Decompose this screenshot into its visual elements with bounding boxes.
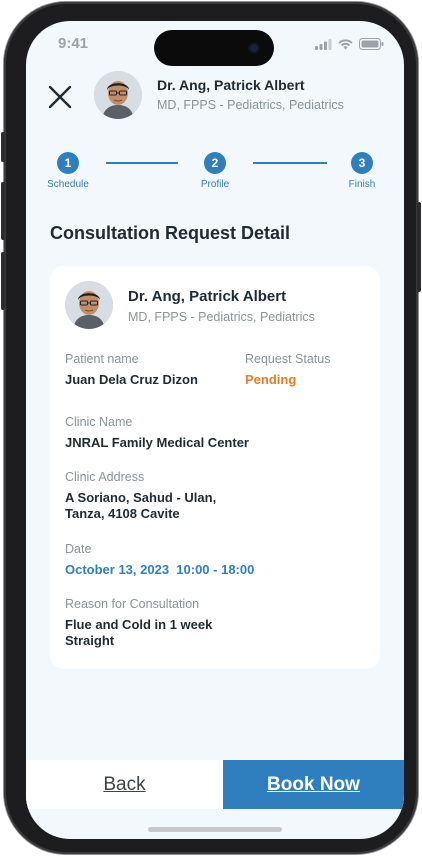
card-doctor-name: Dr. Ang, Patrick Albert <box>128 288 287 305</box>
wifi-icon <box>338 38 353 49</box>
status-icons <box>315 38 384 50</box>
home-indicator[interactable] <box>148 827 282 832</box>
close-button[interactable] <box>46 83 74 111</box>
status-time: 9:41 <box>58 35 89 52</box>
header-doctor-credentials: MD, FPPS - Pediatrics, Pediatrics <box>157 98 344 112</box>
volume-down-button <box>1 252 5 310</box>
dynamic-island <box>154 30 274 66</box>
request-status-value: Pending <box>245 372 297 387</box>
reason-label: Reason for Consultation <box>65 597 200 611</box>
step-3-indicator: 3 <box>351 152 373 174</box>
volume-up-button <box>1 182 5 240</box>
step-1-indicator: 1 <box>57 152 79 174</box>
book-now-button[interactable]: Book Now <box>223 760 404 809</box>
patient-name-value: Juan Dela Cruz Dizon <box>65 372 198 387</box>
phone-frame: 9:41 Dr. Ang, Patrick Albert MD, FPPS - … <box>1 2 421 854</box>
mute-switch <box>1 132 5 162</box>
close-icon <box>48 85 72 109</box>
clinic-name-label: Clinic Name <box>65 415 133 429</box>
clinic-name-value: JNRAL Family Medical Center <box>65 435 249 450</box>
clinic-address-label: Clinic Address <box>65 470 145 484</box>
patient-name-label: Patient name <box>65 352 139 366</box>
signal-icon <box>315 38 332 50</box>
doctor-avatar <box>65 281 113 329</box>
battery-icon <box>359 38 384 50</box>
step-connector <box>253 162 327 164</box>
step-3-label: Finish <box>348 179 376 190</box>
card-doctor-credentials: MD, FPPS - Pediatrics, Pediatrics <box>128 310 315 324</box>
clinic-address-line1: A Soriano, Sahud - Ulan, <box>65 490 217 505</box>
doctor-avatar <box>94 71 142 119</box>
reason-line2: Straight <box>65 633 115 648</box>
page-title: Consultation Request Detail <box>50 223 291 243</box>
request-status-label: Request Status <box>245 352 331 366</box>
power-button <box>417 202 421 292</box>
consultation-detail-card: Dr. Ang, Patrick Albert MD, FPPS - Pedia… <box>50 266 380 669</box>
clinic-address-line2: Tanza, 4108 Cavite <box>65 506 180 521</box>
app-screen: 9:41 Dr. Ang, Patrick Albert MD, FPPS - … <box>26 21 404 839</box>
header-doctor-name: Dr. Ang, Patrick Albert <box>157 77 305 93</box>
step-2-label: Profile <box>200 179 230 190</box>
date-value: October 13, 2023 10:00 - 18:00 <box>65 562 255 577</box>
date-label: Date <box>65 542 92 556</box>
camera-icon <box>248 42 260 54</box>
step-2-indicator: 2 <box>204 152 226 174</box>
back-button[interactable]: Back <box>26 760 223 809</box>
step-1-label: Schedule <box>47 179 89 190</box>
step-connector <box>106 162 178 164</box>
reason-line1: Flue and Cold in 1 week <box>65 617 213 632</box>
